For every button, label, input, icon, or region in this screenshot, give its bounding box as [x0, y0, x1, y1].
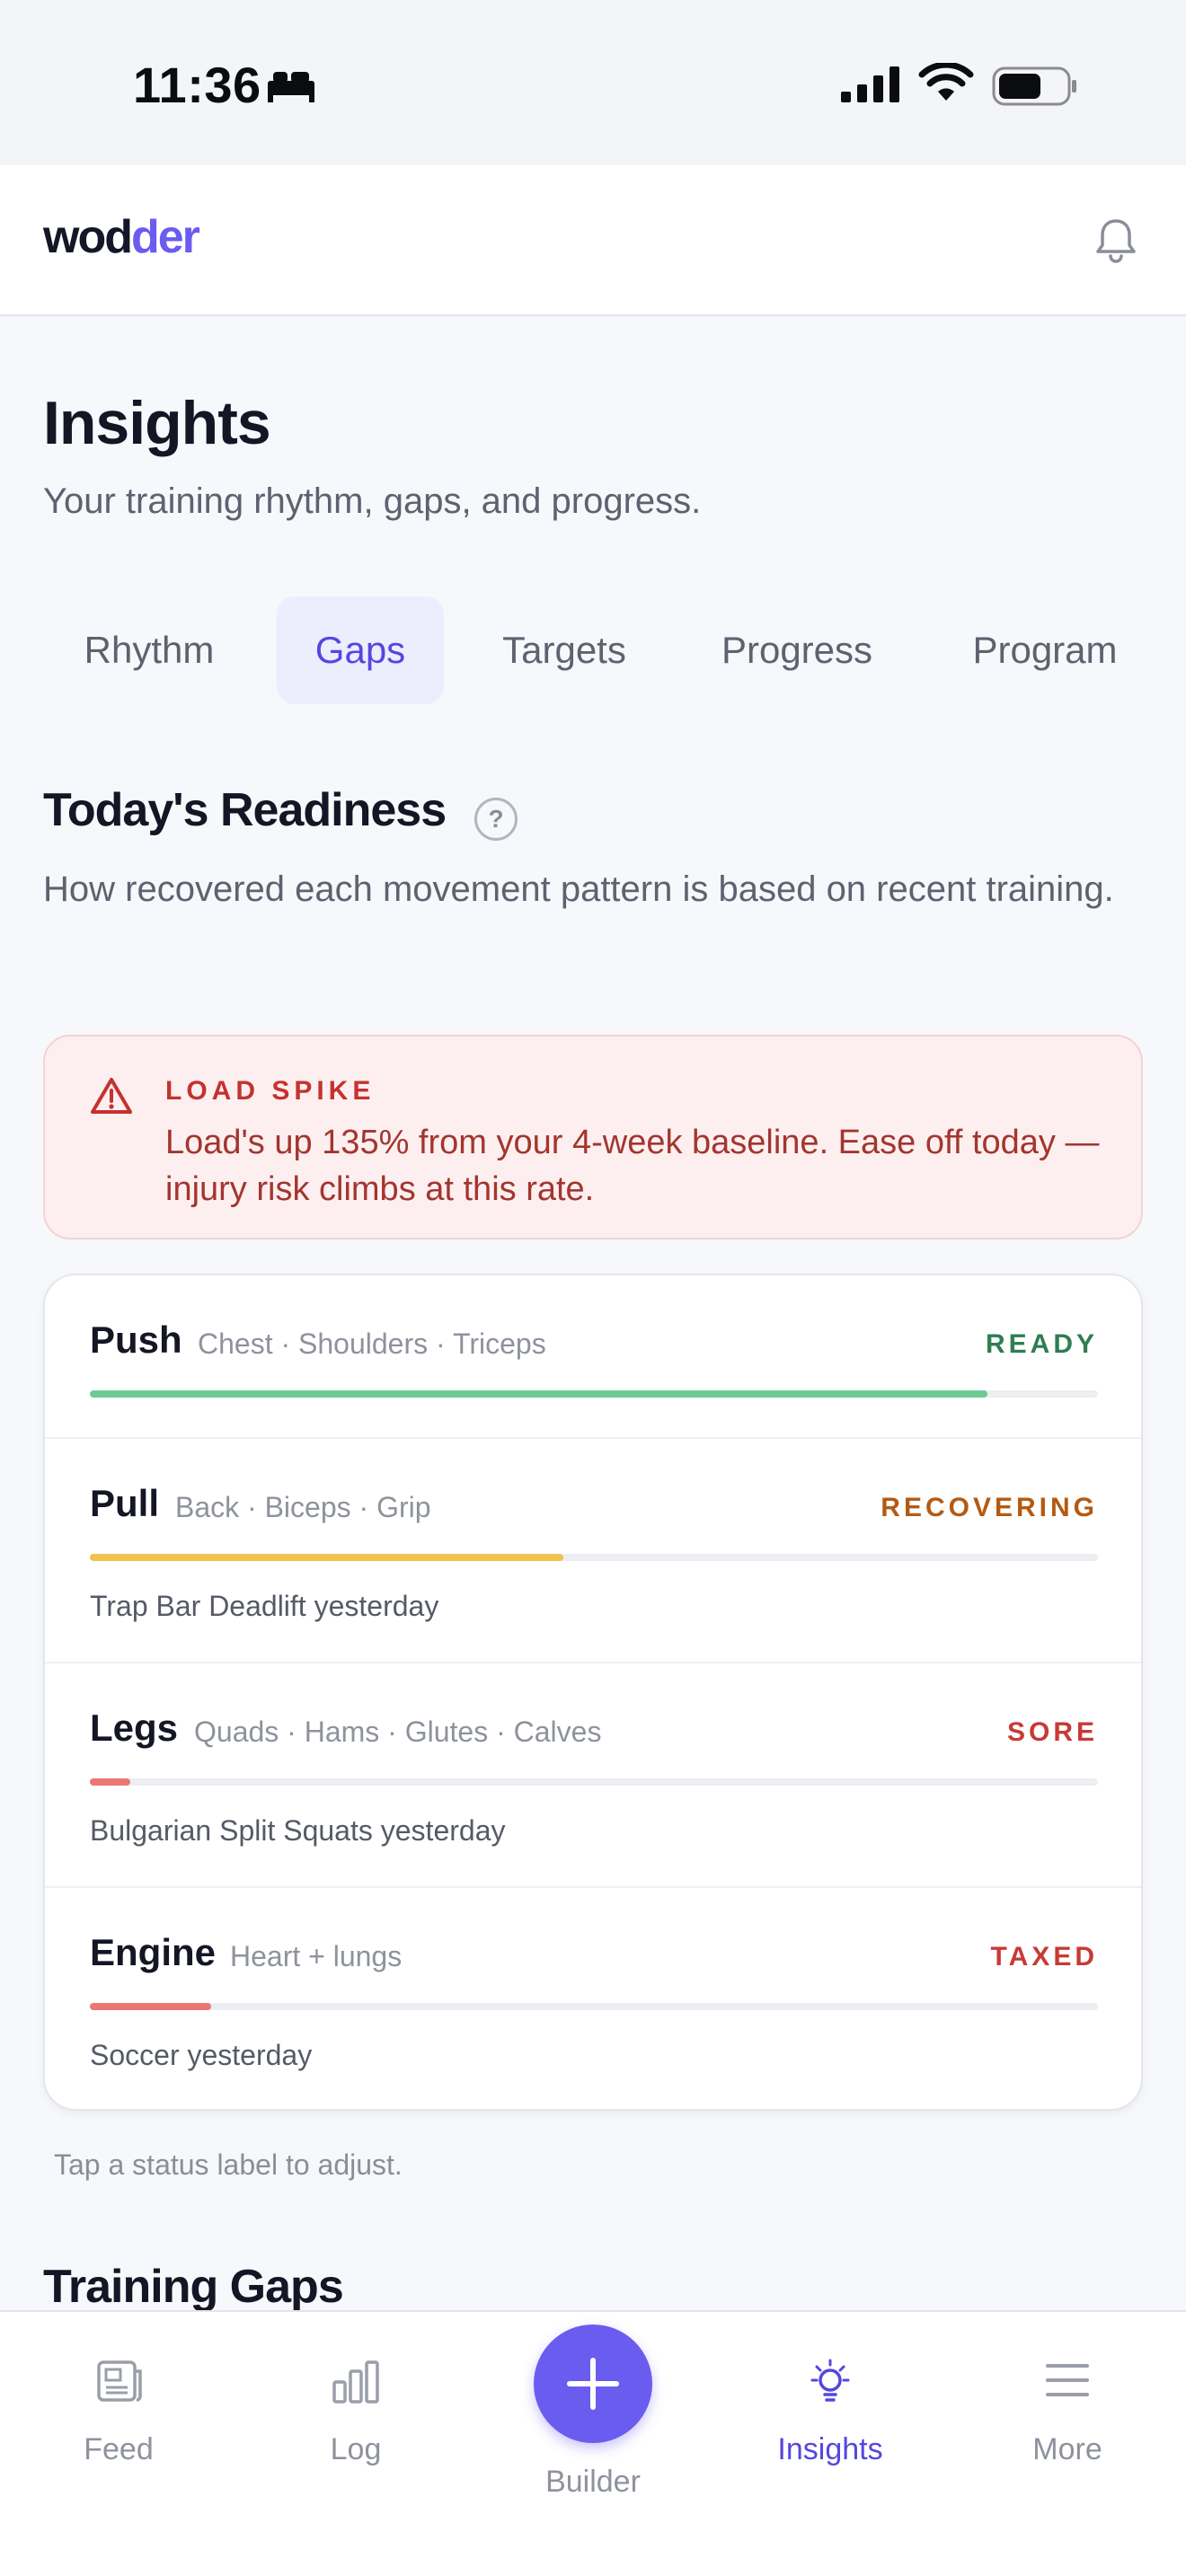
pattern-note: Trap Bar Deadlift yesterday [90, 1590, 439, 1622]
tab-gaps[interactable]: Gaps [277, 596, 444, 704]
nav-more-label: More [1032, 2432, 1102, 2466]
readiness-bar-fill [90, 1778, 130, 1786]
notifications-bell-icon[interactable] [1091, 216, 1141, 266]
lightbulb-icon [810, 2359, 850, 2402]
pattern-muscles: Heart + lungs [230, 1940, 403, 1972]
builder-add-button[interactable] [534, 2325, 652, 2443]
status-time: 11:36 [133, 57, 261, 113]
page-title: Insights [43, 389, 271, 457]
insights-tabs: Rhythm Gaps Targets Progress Program [43, 596, 1186, 704]
status-label-engine[interactable]: TAXED [991, 1942, 1098, 1972]
tab-program[interactable]: Program [933, 596, 1157, 704]
pattern-muscles: Back · Biceps · Grip [175, 1491, 431, 1523]
readiness-bar-fill [90, 2003, 211, 2010]
brand-logo[interactable]: wodder [43, 210, 200, 264]
readiness-row-push: Push Chest · Shoulders · Triceps READY [45, 1275, 1141, 1439]
pattern-name: Pull [90, 1482, 160, 1524]
wifi-icon [918, 63, 974, 101]
page-subtitle: Your training rhythm, gaps, and progress… [43, 481, 702, 521]
tab-targets[interactable]: Targets [465, 596, 663, 704]
bar-chart-icon [332, 2360, 379, 2404]
nav-log-label: Log [330, 2432, 382, 2466]
tab-rhythm[interactable]: Rhythm [43, 596, 255, 704]
battery-icon [992, 66, 1076, 106]
pattern-note: Soccer yesterday [90, 2039, 313, 2071]
nav-feed-label: Feed [84, 2432, 154, 2466]
plus-icon [567, 2358, 619, 2410]
nav-builder-label[interactable]: Builder [474, 2465, 712, 2500]
nav-log[interactable]: Log [237, 2312, 474, 2527]
alert-text: Load's up 135% from your 4-week baseline… [165, 1124, 1100, 1208]
readiness-card: Push Chest · Shoulders · Triceps READY P… [43, 1274, 1143, 2111]
status-label-pull[interactable]: RECOVERING [881, 1493, 1098, 1523]
readiness-row-legs: Legs Quads · Hams · Glutes · Calves SORE… [45, 1663, 1141, 1888]
load-spike-alert: LOAD SPIKE Load's up 135% from your 4-we… [43, 1035, 1143, 1239]
cellular-signal-icon [841, 66, 899, 102]
readiness-footnote: Tap a status label to adjust. [54, 2148, 403, 2181]
readiness-bar-fill [90, 1390, 987, 1398]
readiness-title: Today's Readiness [43, 784, 447, 836]
tab-progress[interactable]: Progress [686, 596, 907, 704]
menu-icon [1046, 2364, 1089, 2396]
readiness-bar [90, 1390, 1098, 1398]
app-header: wodder [0, 165, 1186, 316]
readiness-bar [90, 1778, 1098, 1786]
readiness-bar-fill [90, 1554, 564, 1561]
pattern-muscles: Chest · Shoulders · Triceps [198, 1328, 546, 1360]
status-label-legs[interactable]: SORE [1007, 1717, 1098, 1748]
status-label-push[interactable]: READY [986, 1329, 1098, 1360]
nav-insights[interactable]: Insights [712, 2312, 949, 2527]
pattern-name: Legs [90, 1707, 179, 1749]
pattern-note: Bulgarian Split Squats yesterday [90, 1814, 506, 1847]
pattern-name: Engine [90, 1931, 217, 1973]
nav-more[interactable]: More [949, 2312, 1186, 2527]
alert-title: LOAD SPIKE [165, 1076, 376, 1106]
pattern-name: Push [90, 1319, 182, 1361]
sleep-focus-icon [268, 72, 314, 102]
nav-feed[interactable]: Feed [0, 2312, 237, 2527]
training-gaps-title: Training Gaps [43, 2261, 344, 2313]
readiness-description: How recovered each movement pattern is b… [43, 869, 1114, 909]
warning-triangle-icon [91, 1078, 132, 1114]
status-bar: 11:36 [0, 0, 1186, 165]
feed-icon [97, 2360, 142, 2402]
readiness-bar [90, 1554, 1098, 1561]
app-screen: 11:36 wodder Insights Your training rhyt… [0, 0, 1186, 2576]
pattern-muscles: Quads · Hams · Glutes · Calves [194, 1716, 602, 1748]
readiness-row-pull: Pull Back · Biceps · Grip RECOVERING Tra… [45, 1439, 1141, 1663]
readiness-bar [90, 2003, 1098, 2010]
help-icon[interactable]: ? [474, 798, 518, 841]
bottom-navigation: Feed Log Builder Insights More [0, 2310, 1186, 2576]
nav-insights-label: Insights [777, 2432, 883, 2466]
readiness-row-engine: Engine Heart + lungs TAXED Soccer yester… [45, 1888, 1141, 2109]
